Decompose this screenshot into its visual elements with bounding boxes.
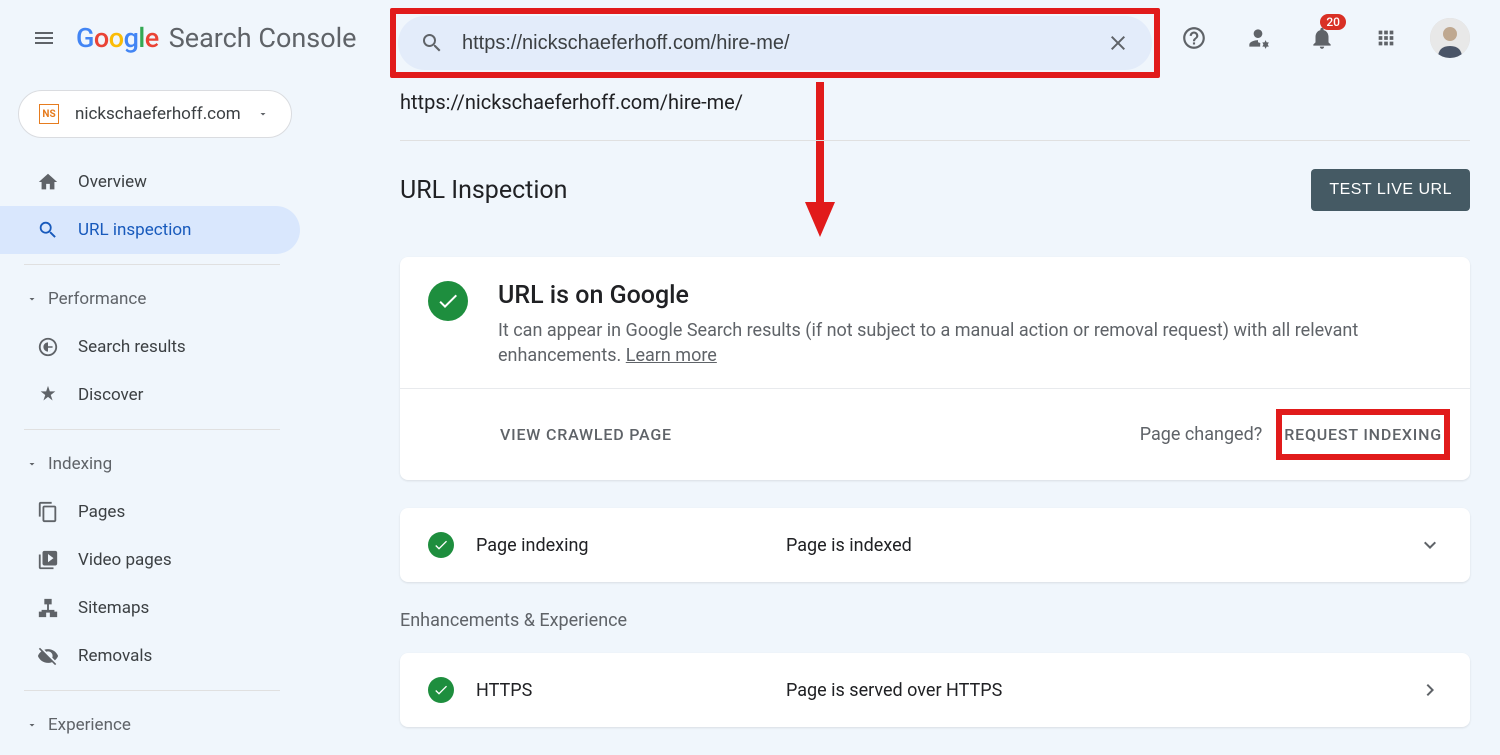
learn-more-link[interactable]: Learn more <box>626 345 717 366</box>
success-check-icon <box>428 677 454 703</box>
avatar-image <box>1430 18 1470 58</box>
sidebar-item-discover[interactable]: Discover <box>0 371 300 419</box>
sidebar-item-sitemaps[interactable]: Sitemaps <box>0 584 300 632</box>
success-check-icon <box>428 532 454 558</box>
property-favicon: NS <box>39 104 59 124</box>
removals-icon <box>36 645 60 667</box>
main-content: https://nickschaeferhoff.com/hire-me/ UR… <box>400 90 1470 755</box>
page-title: URL Inspection <box>400 176 568 205</box>
sidebar-item-overview[interactable]: Overview <box>0 158 300 206</box>
page-indexing-row[interactable]: Page indexing Page is indexed <box>400 508 1470 582</box>
sidebar: NS nickschaeferhoff.com Overview URL ins… <box>0 76 310 743</box>
sidebar-item-label: Video pages <box>78 550 172 570</box>
https-row[interactable]: HTTPS Page is served over HTTPS <box>400 653 1470 727</box>
divider <box>24 429 280 430</box>
row-status: Page is indexed <box>786 535 912 556</box>
section-title: Experience <box>48 715 131 735</box>
divider <box>400 140 1470 141</box>
chevron-right-icon <box>1418 678 1442 702</box>
caret-down-icon <box>26 719 38 731</box>
dropdown-caret-icon <box>257 108 269 120</box>
product-logo[interactable]: Google Search Console <box>76 22 356 54</box>
row-status: Page is served over HTTPS <box>786 680 1002 701</box>
sidebar-item-pages[interactable]: Pages <box>0 488 300 536</box>
divider <box>24 690 280 691</box>
search-highlight-box <box>390 8 1160 78</box>
user-settings-icon <box>1245 25 1271 51</box>
status-title: URL is on Google <box>498 281 1442 310</box>
sidebar-item-removals[interactable]: Removals <box>0 632 300 680</box>
request-indexing-highlight: REQUEST INDEXING <box>1276 409 1450 460</box>
inspected-url: https://nickschaeferhoff.com/hire-me/ <box>400 90 1470 114</box>
divider <box>24 264 280 265</box>
sidebar-item-search-results[interactable]: Search results <box>0 323 300 371</box>
url-search-bar[interactable] <box>398 16 1152 70</box>
view-crawled-page-button[interactable]: VIEW CRAWLED PAGE <box>500 425 672 444</box>
sidebar-item-url-inspection[interactable]: URL inspection <box>0 206 300 254</box>
help-icon <box>1181 25 1207 51</box>
home-icon <box>36 171 60 193</box>
section-title: Performance <box>48 289 146 309</box>
sitemap-icon <box>36 597 60 619</box>
google-logo: Google <box>76 22 159 54</box>
success-check-icon <box>428 281 468 321</box>
caret-down-icon <box>26 293 38 305</box>
video-pages-icon <box>36 549 60 571</box>
test-live-url-button[interactable]: TEST LIVE URL <box>1311 169 1470 211</box>
caret-down-icon <box>26 458 38 470</box>
apps-grid-icon <box>1375 27 1397 49</box>
sidebar-item-label: Pages <box>78 502 125 522</box>
sidebar-item-label: Search results <box>78 337 186 357</box>
notifications-button[interactable]: 20 <box>1302 18 1342 58</box>
enhancements-title: Enhancements & Experience <box>400 610 1470 631</box>
clear-icon[interactable] <box>1106 31 1130 55</box>
google-g-icon <box>36 336 60 358</box>
help-button[interactable] <box>1174 18 1214 58</box>
page-changed-label: Page changed? <box>1140 424 1263 445</box>
product-name: Search Console <box>169 22 357 54</box>
property-selector[interactable]: NS nickschaeferhoff.com <box>18 90 292 138</box>
sidebar-item-label: Discover <box>78 385 143 405</box>
property-name: nickschaeferhoff.com <box>75 104 241 124</box>
sidebar-item-label: Removals <box>78 646 152 666</box>
sidebar-section-indexing[interactable]: Indexing <box>0 440 310 488</box>
search-icon <box>36 219 60 241</box>
request-indexing-button[interactable]: REQUEST INDEXING <box>1284 425 1442 444</box>
notification-badge: 20 <box>1320 14 1346 30</box>
status-description: It can appear in Google Search results (… <box>498 318 1442 368</box>
search-icon <box>420 31 444 55</box>
sidebar-item-label: Sitemaps <box>78 598 149 618</box>
pages-icon <box>36 501 60 523</box>
row-label: Page indexing <box>476 535 786 556</box>
avatar[interactable] <box>1430 18 1470 58</box>
status-card: URL is on Google It can appear in Google… <box>400 257 1470 480</box>
row-label: HTTPS <box>476 680 786 701</box>
chevron-down-icon <box>1418 533 1442 557</box>
search-input[interactable] <box>462 32 1106 55</box>
sidebar-item-video-pages[interactable]: Video pages <box>0 536 300 584</box>
sidebar-section-performance[interactable]: Performance <box>0 275 310 323</box>
apps-button[interactable] <box>1366 18 1406 58</box>
sidebar-item-label: Overview <box>78 172 147 192</box>
menu-icon <box>32 26 56 50</box>
users-button[interactable] <box>1238 18 1278 58</box>
sidebar-section-experience[interactable]: Experience <box>0 701 310 749</box>
hamburger-menu[interactable] <box>20 14 68 62</box>
section-title: Indexing <box>48 454 112 474</box>
discover-icon <box>36 384 60 406</box>
sidebar-item-label: URL inspection <box>78 220 191 240</box>
